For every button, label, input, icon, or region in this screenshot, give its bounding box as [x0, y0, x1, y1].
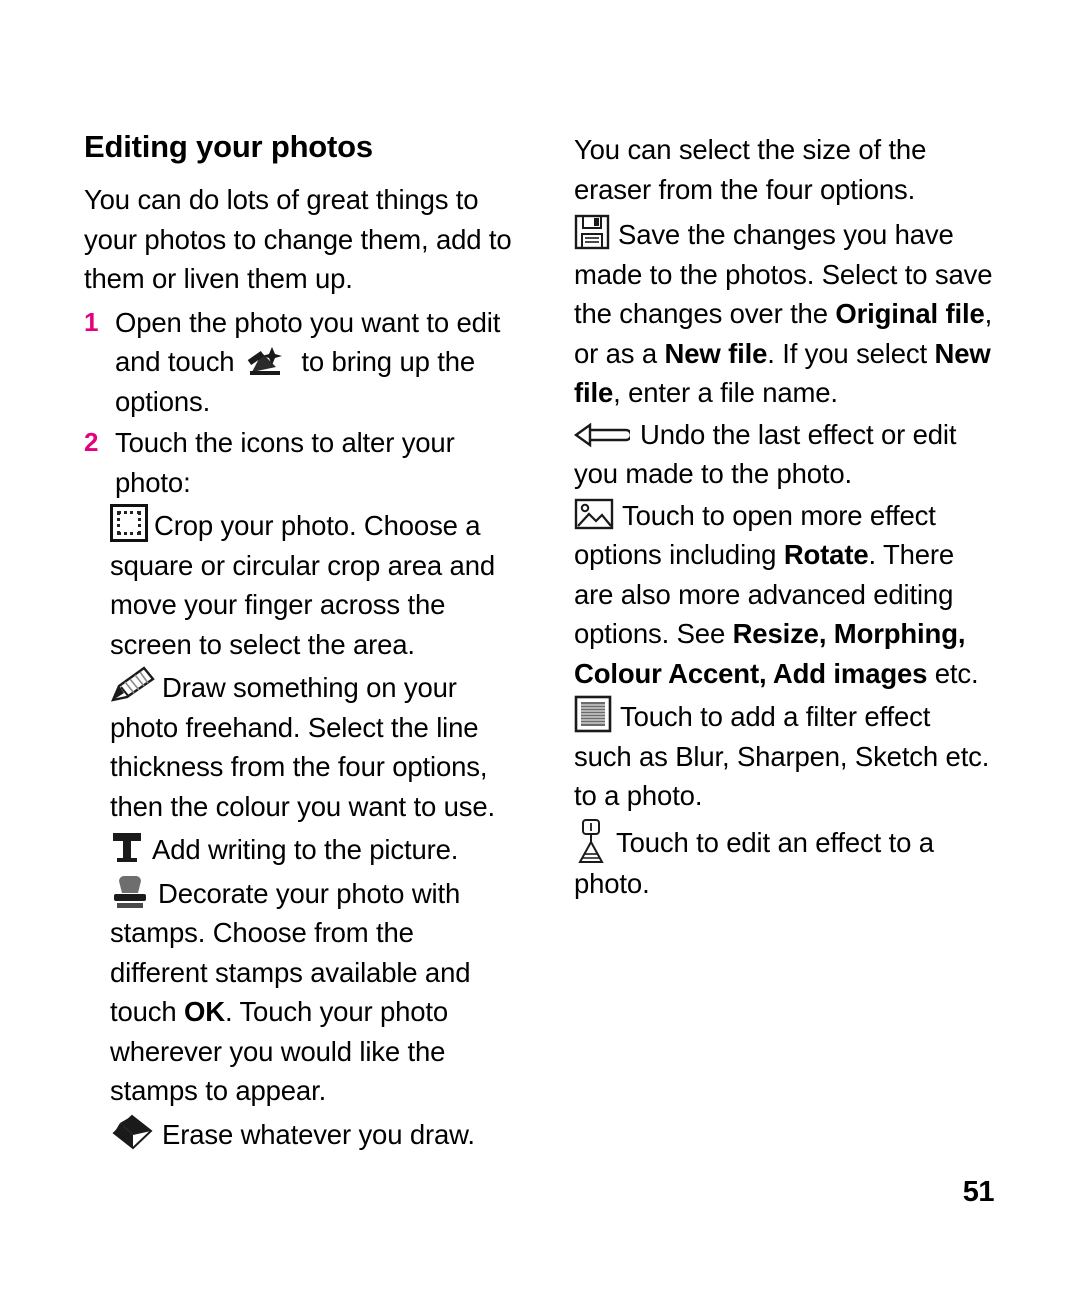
more-effects-bold-rotate: Rotate — [783, 539, 869, 570]
text-tool-icon — [110, 828, 144, 866]
more-effects-item: Touch to open more effect options includ… — [574, 496, 994, 694]
eraser-item-text: Erase whatever you draw. — [162, 1118, 475, 1150]
save-item-text-4: , enter a file name. — [613, 377, 838, 408]
step-1-number: 1 — [84, 306, 99, 337]
edit-effect-item: Touch to edit an effect to a photo. — [574, 818, 994, 904]
right-column: You can select the size of the eraser fr… — [573, 130, 994, 905]
step-2-number: 2 — [84, 427, 99, 458]
more-effects-text-3: etc. — [927, 657, 979, 689]
page-title: Editing your photos — [84, 129, 373, 164]
text-item: Add writing to the picture. — [84, 828, 514, 870]
edit-effect-text: Touch to edit an effect to a photo. — [574, 826, 934, 899]
stamp-item: Decorate your photo with stamps. Choose … — [84, 872, 514, 1111]
save-item: Save the changes you have made to the ph… — [574, 213, 994, 413]
left-column: Editing your photos You can do lots of g… — [84, 129, 514, 1156]
save-item-text-3: . If you select — [767, 337, 935, 369]
edit-effect-icon — [574, 818, 608, 864]
manual-page: Editing your photos You can do lots of g… — [0, 0, 1080, 1295]
draw-pencil-icon — [110, 666, 156, 704]
filter-item-text: Touch to add a filter effect such as Blu… — [574, 701, 990, 811]
step-2: 2 Touch the icons to alter your photo: — [84, 423, 514, 502]
stamp-item-bold-ok: OK — [184, 996, 225, 1028]
save-item-bold-original: Original file — [835, 298, 985, 329]
save-item-bold-newfile-1: New file — [664, 337, 768, 369]
filter-item: Touch to add a filter effect such as Blu… — [574, 695, 994, 816]
step-1: 1 Open the photo you want to edit and tou… — [84, 303, 514, 422]
filter-icon — [574, 695, 612, 733]
stamp-icon — [110, 872, 150, 912]
crop-item: Crop your photo. Choose a square or circ… — [84, 504, 514, 664]
undo-arrow-icon — [573, 419, 633, 447]
draw-item-text: Draw something on your photo freehand. S… — [110, 672, 496, 822]
magic-wand-icon — [246, 345, 290, 377]
picture-effects-icon — [574, 496, 614, 532]
save-floppy-icon — [574, 213, 610, 251]
text-item-text: Add writing to the picture. — [152, 834, 459, 866]
eraser-icon — [110, 1113, 156, 1153]
step-2-text: Touch the icons to alter your photo: — [115, 427, 455, 498]
crop-item-text: Crop your photo. Choose a square or circ… — [110, 510, 495, 660]
eraser-item: Erase whatever you draw. — [84, 1113, 514, 1155]
draw-item: Draw something on your photo freehand. S… — [84, 666, 514, 826]
page-number: 51 — [962, 1176, 995, 1208]
undo-item-text: Undo the last effect or edit you made to… — [574, 418, 957, 490]
undo-item: Undo the last effect or edit you made to… — [573, 415, 994, 494]
intro-paragraph: You can do lots of great things to your … — [84, 184, 512, 295]
right-intro-paragraph: You can select the size of the eraser fr… — [574, 134, 927, 205]
crop-icon — [110, 504, 148, 543]
